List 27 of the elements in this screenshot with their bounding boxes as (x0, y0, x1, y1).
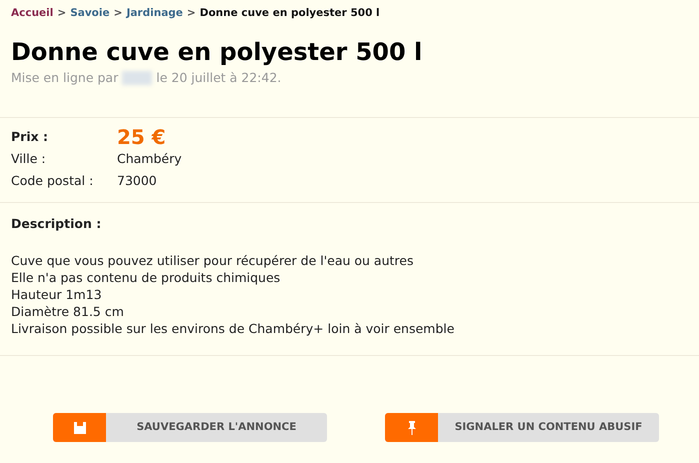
description-line: Hauteur 1m13 (11, 286, 103, 304)
breadcrumb-link[interactable]: Accueil (11, 7, 54, 19)
save-icon (72, 420, 86, 435)
detail-value: Chambéry (117, 150, 182, 168)
posted-by-text: Mise en ligne par (11, 68, 118, 87)
breadcrumb-separator: > (186, 7, 196, 19)
description-heading: Description : (11, 215, 102, 234)
detail-value: 73000 (117, 172, 157, 190)
action-button[interactable]: SAUVEGARDER L'ANNONCE (53, 413, 327, 442)
description-line: Livraison possible sur les environs de Chambéry+ loin à voir ensemble (11, 320, 456, 338)
pin-icon (406, 420, 416, 436)
detail-label: Prix : (11, 128, 50, 146)
posted-date-text: le 20 juillet à 22:42. (156, 68, 282, 87)
breadcrumb-link[interactable]: Jardinage (126, 7, 183, 19)
detail-label: Code postal : (11, 172, 94, 190)
description-line: Diamètre 81.5 cm (11, 303, 125, 320)
breadcrumb-link[interactable]: Savoie (70, 7, 110, 19)
ad-title: Donne cuve en polyester 500 l (11, 38, 424, 67)
detail-value: 25 € (117, 124, 166, 152)
breadcrumb-separator: > (114, 7, 122, 19)
blurred-name (122, 70, 152, 85)
detail-label: Ville : (11, 150, 47, 168)
description-line: Elle n'a pas contenu de produits chimiques (11, 269, 282, 286)
breadcrumb-separator: > (57, 7, 66, 19)
breadcrumb-current: Donne cuve en polyester 500 l (200, 7, 380, 19)
description-line: Cuve que vous pouvez utiliser pour récupérer de l'eau ou autres (11, 252, 414, 270)
action-button[interactable]: SIGNALER UN CONTENU ABUSIF (385, 413, 659, 442)
